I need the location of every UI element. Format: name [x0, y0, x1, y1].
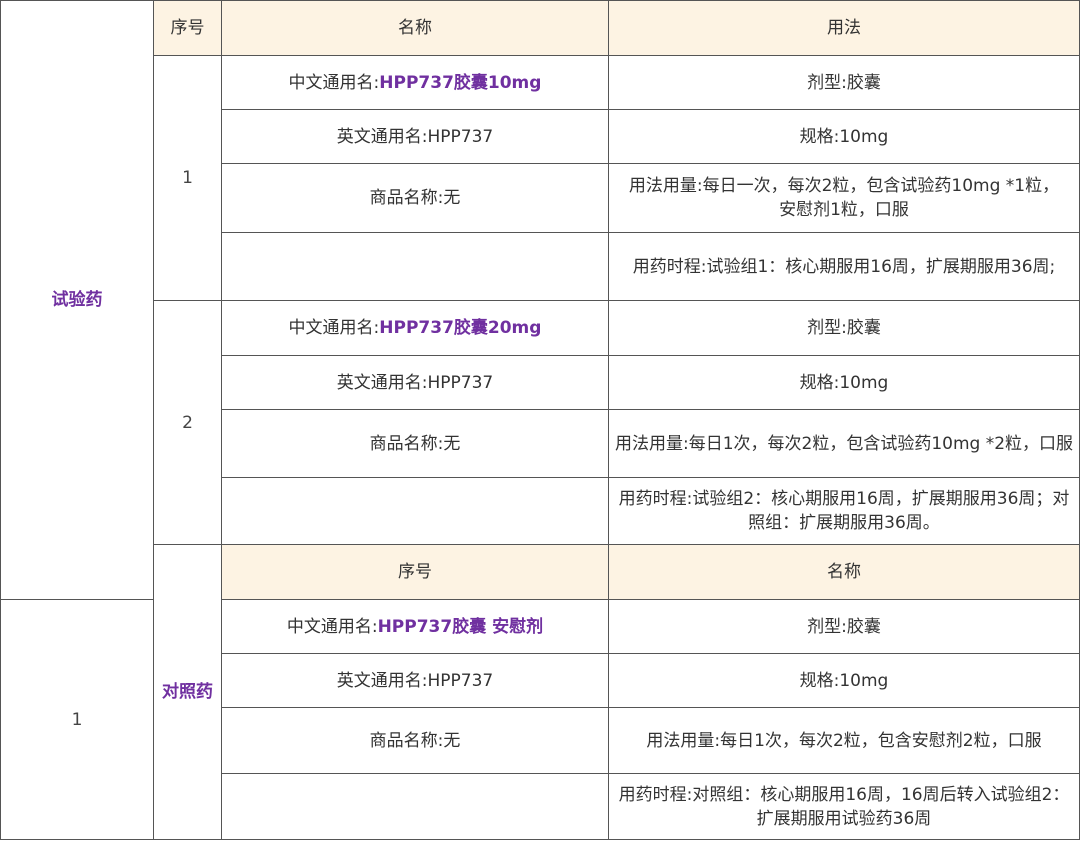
control-1-spec: 规格:10mg [608, 653, 1080, 708]
trial-seq-1: 1 [153, 55, 222, 301]
trial-1-spec: 规格:10mg [608, 109, 1080, 164]
control-1-duration: 用药时程:对照组：核心期服用16周，16周后转入试验组2：扩展期服用试验药36周 [608, 773, 1080, 840]
drug-info-table: 试验药 序号 名称 用法 1 中文通用名:HPP737胶囊10mg 剂型:胶囊 … [0, 0, 1080, 840]
trial-2-spec: 规格:10mg [608, 355, 1080, 410]
cn-name-label: 中文通用名: [288, 72, 380, 93]
header-row-control: 对照药 序号 名称 用法 [1, 544, 1080, 840]
trial-2-dosage-form: 剂型:胶囊 [608, 300, 1080, 356]
control-1-trade-name: 商品名称:无 [221, 707, 609, 774]
cn-name-value: HPP737胶囊10mg [379, 72, 542, 93]
control-1-dosage-form: 剂型:胶囊 [608, 599, 1080, 654]
control-1-dosage: 用法用量:每日1次，每次2粒，包含安慰剂2粒，口服 [608, 707, 1080, 774]
table-row: 1 中文通用名:HPP737胶囊10mg 剂型:胶囊 [1, 55, 1080, 301]
header-name: 名称 [608, 544, 1080, 600]
control-1-cn-name: 中文通用名:HPP737胶囊 安慰剂 [221, 599, 609, 654]
trial-1-en-name: 英文通用名:HPP737 [221, 109, 609, 164]
category-trial: 试验药 [0, 0, 154, 600]
category-control: 对照药 [153, 544, 222, 840]
control-1-en-name: 英文通用名:HPP737 [221, 653, 609, 708]
header-name: 名称 [221, 0, 609, 56]
trial-1-empty [221, 232, 609, 301]
trial-1-duration: 用药时程:试验组1：核心期服用16周，扩展期服用36周; [608, 232, 1080, 301]
trial-1-dosage: 用法用量:每日一次，每次2粒，包含试验药10mg *1粒，安慰剂1粒，口服 [608, 163, 1080, 233]
cn-name-label: 中文通用名: [286, 616, 378, 637]
trial-1-trade-name: 商品名称:无 [221, 163, 609, 233]
trial-2-dosage: 用法用量:每日1次，每次2粒，包含试验药10mg *2粒，口服 [608, 409, 1080, 478]
trial-2-cn-name: 中文通用名:HPP737胶囊20mg [221, 300, 609, 356]
trial-2-duration: 用药时程:试验组2：核心期服用16周，扩展期服用36周；对照组：扩展期服用36周… [608, 477, 1080, 545]
trial-seq-2: 2 [153, 300, 222, 545]
cn-name-value: HPP737胶囊20mg [379, 318, 542, 338]
control-seq-1: 1 [0, 599, 154, 840]
trial-1-cn-name: 中文通用名:HPP737胶囊10mg [221, 55, 609, 110]
cn-name-value: HPP737胶囊 安慰剂 [377, 616, 544, 637]
trial-2-trade-name: 商品名称:无 [221, 409, 609, 478]
header-seq: 序号 [221, 544, 609, 600]
trial-1-dosage-form: 剂型:胶囊 [608, 55, 1080, 110]
cn-name-label: 中文通用名: [288, 318, 380, 338]
header-usage: 用法 [608, 0, 1080, 56]
control-1-empty [221, 773, 609, 840]
trial-2-empty [221, 477, 609, 545]
trial-2-en-name: 英文通用名:HPP737 [221, 355, 609, 410]
header-row-trial: 试验药 序号 名称 用法 [0, 0, 1080, 600]
table-row: 2 中文通用名:HPP737胶囊20mg 剂型:胶囊 [1, 300, 1080, 545]
header-seq: 序号 [153, 0, 222, 56]
